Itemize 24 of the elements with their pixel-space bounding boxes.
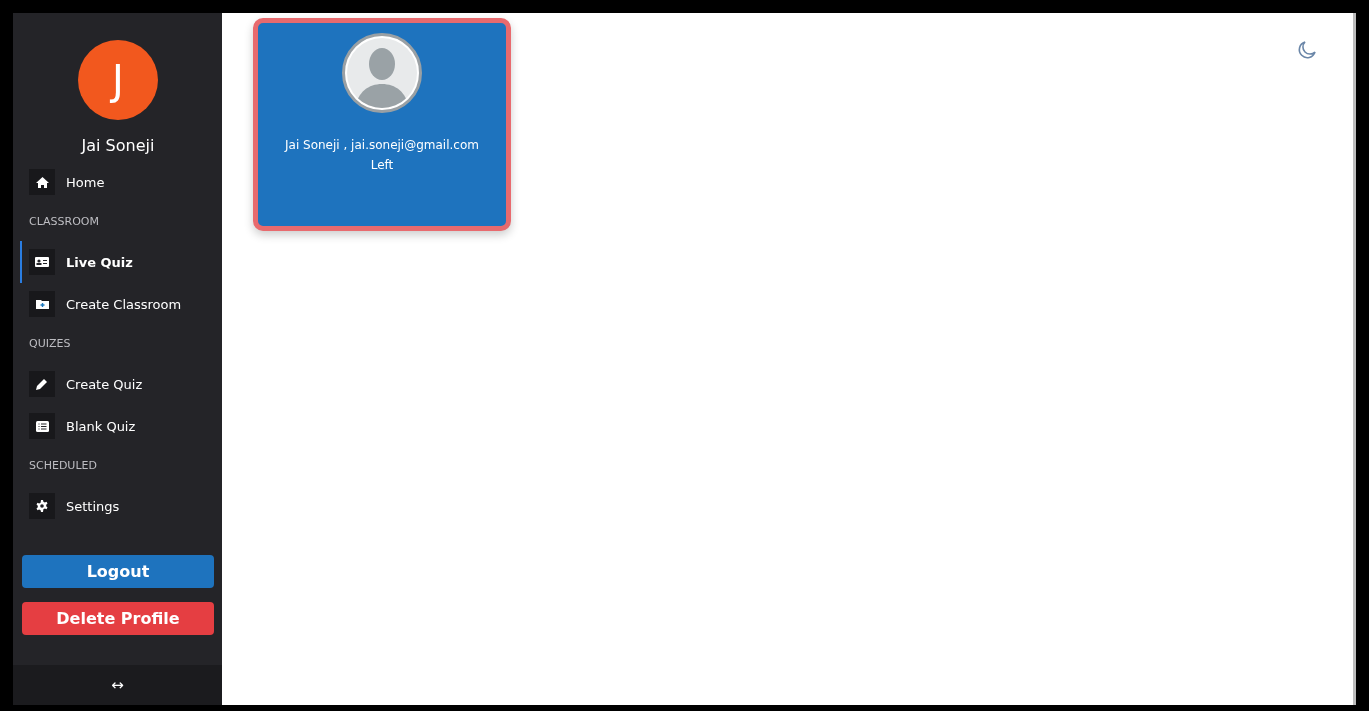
nav-item[interactable]: Create Quiz bbox=[20, 363, 214, 405]
list-icon bbox=[35, 420, 49, 432]
nav-item[interactable]: Create Classroom bbox=[20, 283, 214, 325]
moon-icon[interactable] bbox=[1297, 40, 1317, 60]
home-icon bbox=[35, 176, 49, 188]
section-header: QUIZES bbox=[28, 336, 72, 352]
avatar-silhouette-icon bbox=[341, 32, 423, 114]
nav-item[interactable]: Blank Quiz bbox=[20, 405, 214, 447]
nav-item[interactable]: Settings bbox=[20, 485, 214, 527]
collapse-toggle[interactable]: ↔ bbox=[13, 665, 222, 705]
delete-profile-button[interactable]: Delete Profile bbox=[22, 602, 214, 635]
id-card-icon bbox=[35, 257, 49, 267]
participant-status: Left bbox=[369, 157, 395, 174]
nav-item[interactable]: Live Quiz bbox=[20, 241, 214, 283]
participant-info: Jai Soneji , jai.soneji@gmail.com bbox=[283, 137, 480, 154]
pencil-icon bbox=[36, 378, 48, 390]
logout-button[interactable]: Logout bbox=[22, 555, 214, 588]
user-name: Jai Soneji bbox=[79, 136, 156, 155]
nav-item[interactable]: Home bbox=[20, 161, 214, 203]
settings-icon bbox=[36, 500, 48, 512]
user-avatar: J bbox=[78, 40, 158, 120]
section-header: SCHEDULED bbox=[28, 458, 98, 474]
section-header: CLASSROOM bbox=[28, 214, 100, 230]
folder-plus-icon bbox=[35, 299, 49, 309]
